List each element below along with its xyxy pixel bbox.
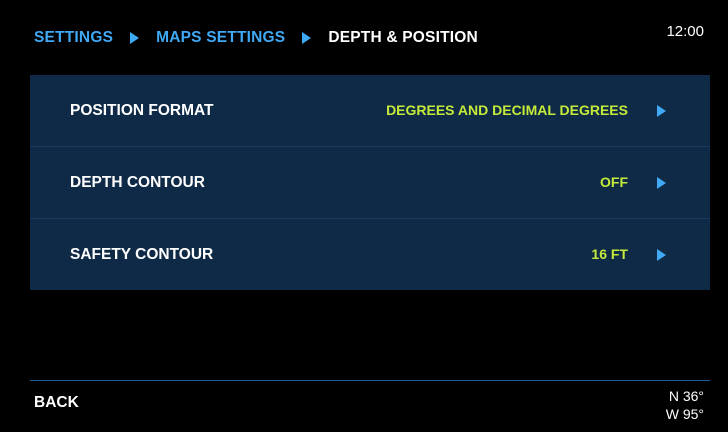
breadcrumb-item-maps-settings[interactable]: MAPS SETTINGS bbox=[156, 29, 285, 47]
setting-value: OFF bbox=[600, 174, 628, 190]
breadcrumb-item-current: DEPTH & POSITION bbox=[328, 29, 478, 46]
setting-value: 16 FT bbox=[591, 246, 628, 262]
breadcrumb-separator-icon bbox=[302, 32, 312, 44]
breadcrumb-item-settings[interactable]: SETTINGS bbox=[34, 29, 113, 47]
setting-label: SAFETY CONTOUR bbox=[70, 246, 214, 263]
position-readout: N 36° W 95° bbox=[666, 387, 704, 423]
breadcrumb: SETTINGS MAPS SETTINGS DEPTH & POSITION bbox=[34, 28, 478, 48]
setting-value: DEGREES AND DECIMAL DEGREES bbox=[386, 102, 628, 118]
chevron-right-icon bbox=[657, 249, 666, 261]
setting-label: DEPTH CONTOUR bbox=[70, 174, 205, 191]
latitude-readout: N 36° bbox=[668, 388, 704, 404]
chevron-right-icon bbox=[657, 177, 666, 189]
chevron-right-icon bbox=[657, 105, 666, 117]
footer-divider bbox=[30, 380, 710, 381]
setting-label: POSITION FORMAT bbox=[70, 102, 214, 119]
settings-list: POSITION FORMAT DEGREES AND DECIMAL DEGR… bbox=[30, 75, 710, 290]
breadcrumb-separator-icon bbox=[130, 32, 140, 44]
clock: 12:00 bbox=[666, 23, 704, 40]
back-button[interactable]: BACK bbox=[34, 394, 79, 412]
setting-row-safety-contour[interactable]: SAFETY CONTOUR 16 FT bbox=[30, 219, 710, 290]
header-bar: SETTINGS MAPS SETTINGS DEPTH & POSITION … bbox=[0, 0, 728, 74]
longitude-readout: W 95° bbox=[665, 406, 704, 422]
setting-row-position-format[interactable]: POSITION FORMAT DEGREES AND DECIMAL DEGR… bbox=[30, 75, 710, 147]
setting-row-depth-contour[interactable]: DEPTH CONTOUR OFF bbox=[30, 147, 710, 219]
